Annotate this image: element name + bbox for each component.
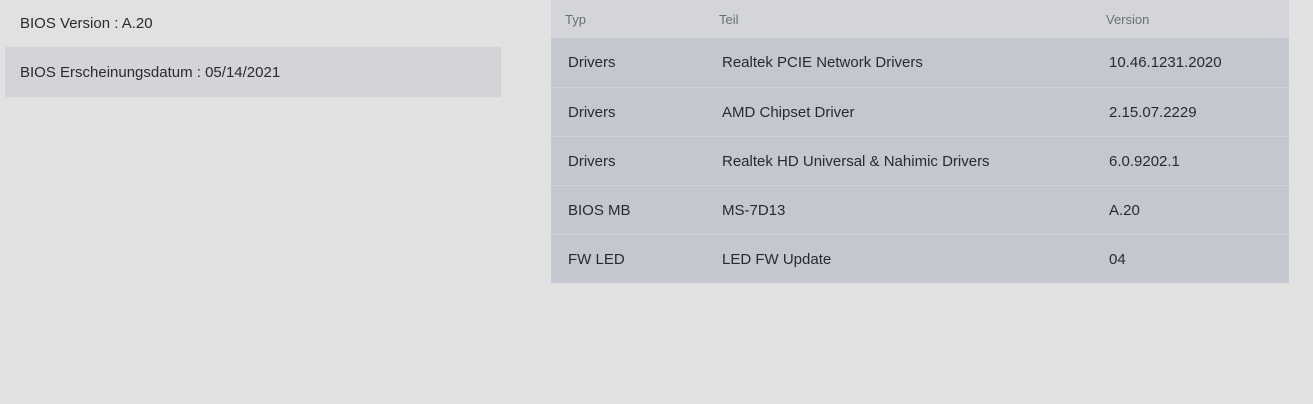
cell-teil: MS-7D13 bbox=[722, 201, 786, 219]
cell-teil: Realtek HD Universal & Nahimic Drivers bbox=[722, 152, 990, 170]
cell-typ: Drivers bbox=[568, 152, 616, 170]
cell-typ: FW LED bbox=[568, 250, 625, 268]
cell-teil: AMD Chipset Driver bbox=[722, 103, 855, 121]
table-row[interactable]: Drivers Realtek PCIE Network Drivers 10.… bbox=[551, 38, 1289, 87]
bios-version: BIOS Version : A.20 bbox=[20, 15, 153, 32]
table-body: Drivers Realtek PCIE Network Drivers 10.… bbox=[551, 38, 1289, 283]
cell-typ: Drivers bbox=[568, 103, 616, 121]
cell-typ: BIOS MB bbox=[568, 201, 631, 219]
header-teil: Teil bbox=[719, 11, 739, 27]
cell-version: 6.0.9202.1 bbox=[1109, 152, 1180, 170]
table-row[interactable]: BIOS MB MS-7D13 A.20 bbox=[551, 185, 1289, 234]
update-table: Typ Teil Version Drivers Realtek PCIE Ne… bbox=[551, 0, 1289, 283]
table-header: Typ Teil Version bbox=[551, 0, 1289, 38]
cell-version: 04 bbox=[1109, 250, 1126, 268]
cell-version: A.20 bbox=[1109, 201, 1140, 219]
cell-version: 10.46.1231.2020 bbox=[1109, 54, 1222, 71]
cell-version: 2.15.07.2229 bbox=[1109, 103, 1197, 121]
cell-typ: Drivers bbox=[568, 54, 616, 71]
bios-release-date: BIOS Erscheinungsdatum : 05/14/2021 bbox=[5, 47, 501, 97]
cell-teil: LED FW Update bbox=[722, 250, 832, 268]
table-row[interactable]: FW LED LED FW Update 04 bbox=[551, 234, 1289, 283]
cell-teil: Realtek PCIE Network Drivers bbox=[722, 54, 923, 71]
bios-info-panel: BIOS Version : A.20 BIOS Erscheinungsdat… bbox=[5, 0, 501, 97]
header-version: Version bbox=[1106, 11, 1150, 27]
header-typ: Typ bbox=[565, 11, 586, 27]
table-row[interactable]: Drivers AMD Chipset Driver 2.15.07.2229 bbox=[551, 87, 1289, 136]
table-row[interactable]: Drivers Realtek HD Universal & Nahimic D… bbox=[551, 136, 1289, 185]
